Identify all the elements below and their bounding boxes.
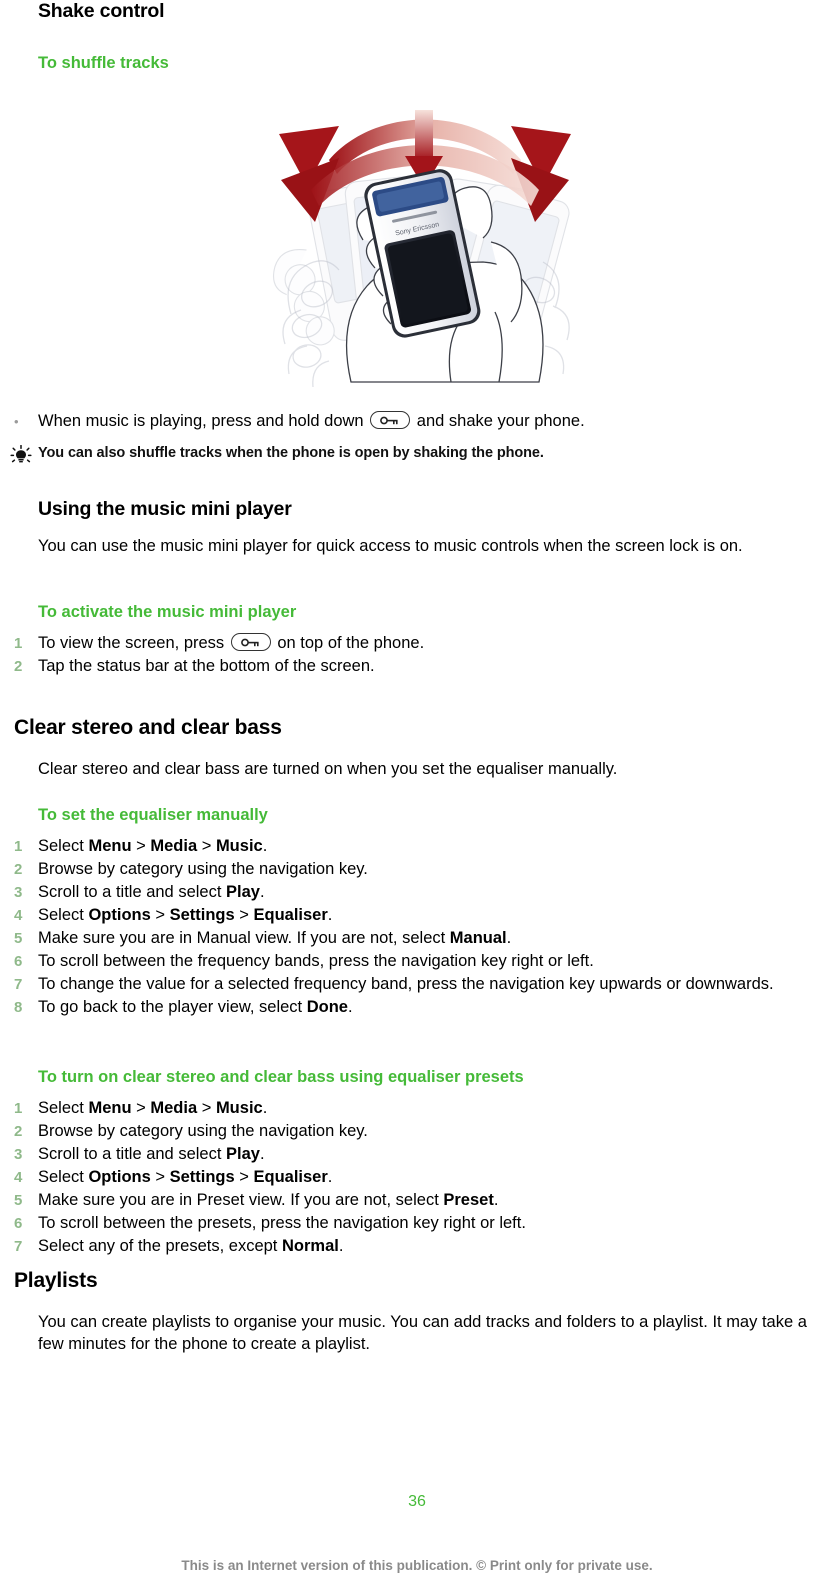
bullet-text: When music is playing, press and hold do… [38, 410, 585, 433]
key-button-icon [230, 633, 271, 651]
list-item: 3 Scroll to a title and select Play. [12, 1143, 802, 1166]
footer-note: This is an Internet version of this publ… [181, 1558, 653, 1573]
step-text: Make sure you are in Preset view. If you… [38, 1191, 499, 1209]
list-item: 2 Browse by category using the navigation… [12, 858, 802, 881]
step-text-after-key: on top of the phone. [277, 634, 425, 652]
step-number: 2 [14, 1123, 23, 1140]
step-number: 7 [14, 976, 23, 993]
subheading-activate-music-mini-player: To activate the music mini player [38, 603, 297, 621]
step-number: 5 [14, 930, 23, 947]
step-number: 4 [14, 1169, 23, 1186]
key-button-icon [370, 411, 411, 429]
step-text: To scroll between the frequency bands, p… [38, 952, 594, 970]
step-text: To go back to the player view, select Do… [38, 998, 353, 1016]
list-item: 2 Tap the status bar at the bottom of th… [12, 655, 802, 678]
section-title-music-mini-player: Using the music mini player [38, 498, 292, 520]
section-title-playlists: Playlists [14, 1269, 98, 1292]
subheading-clear-stereo-presets: To turn on clear stereo and clear bass u… [38, 1068, 524, 1086]
step-number: 5 [14, 1192, 23, 1209]
step-text: Scroll to a title and select Play. [38, 883, 265, 901]
list-item: 5 Make sure you are in Manual view. If yo… [12, 927, 802, 950]
list-item: 4 Select Options > Settings > Equaliser. [12, 1166, 802, 1189]
step-number: 4 [14, 907, 23, 924]
step-number: 1 [14, 838, 23, 855]
lightbulb-tip-icon [10, 444, 38, 472]
step-text: To view the screen, press on top of the … [38, 632, 802, 655]
section-body-music-mini-player: You can use the music mini player for qu… [38, 537, 743, 555]
step-text: Select Menu > Media > Music. [38, 837, 268, 855]
section-title-clear-stereo-clear-bass: Clear stereo and clear bass [14, 716, 282, 739]
list-item: 1 To view the screen, press on top of th… [12, 632, 802, 655]
list-item: 3 Scroll to a title and select Play. [12, 881, 802, 904]
step-text: To change the value for a selected frequ… [38, 975, 774, 993]
step-number: 3 [14, 1146, 23, 1163]
step-text: To scroll between the presets, press the… [38, 1214, 526, 1232]
tip-text: You can also shuffle tracks when the pho… [38, 445, 544, 461]
step-text: Select any of the presets, except Normal… [38, 1237, 344, 1255]
steps-activate-music-mini-player: 1 To view the screen, press on top of th… [12, 632, 802, 678]
step-text: Select Menu > Media > Music. [38, 1099, 268, 1117]
section-title-shake-control: Shake control [38, 0, 165, 22]
step-number: 6 [14, 1215, 23, 1232]
step-number: 1 [14, 1100, 23, 1117]
bullet-marker: • [14, 414, 19, 429]
step-text-before-key: To view the screen, press [38, 634, 225, 652]
tip-shuffle-tracks: You can also shuffle tracks when the pho… [10, 444, 800, 472]
step-text: Browse by category using the navigation … [38, 860, 368, 878]
step-number: 2 [14, 861, 23, 878]
step-number: 6 [14, 953, 23, 970]
list-item: 7 To change the value for a selected freq… [12, 973, 802, 996]
step-text: Tap the status bar at the bottom of the … [38, 657, 375, 675]
subheading-to-shuffle-tracks: To shuffle tracks [38, 54, 169, 72]
steps-set-equaliser-manually: 1 Select Menu > Media > Music. 2 Browse by … [12, 835, 802, 1019]
list-item: 8 To go back to the player view, select D… [12, 996, 802, 1019]
section-body-playlists: You can create playlists to organise you… [38, 1313, 807, 1353]
list-item: 6 To scroll between the frequency bands, … [12, 950, 802, 973]
list-item: 2 Browse by category using the navigation… [12, 1120, 802, 1143]
step-number: 2 [14, 658, 23, 675]
subheading-set-equaliser-manually: To set the equaliser manually [38, 806, 268, 824]
step-number: 7 [14, 1238, 23, 1255]
bullet-text-after-key: and shake your phone. [416, 412, 585, 430]
section-body-clear-stereo: Clear stereo and clear bass are turned o… [38, 760, 618, 778]
list-item: 1 Select Menu > Media > Music. [12, 1097, 802, 1120]
step-text: Make sure you are in Manual view. If you… [38, 929, 512, 947]
bullet-text-before-key: When music is playing, press and hold do… [38, 412, 364, 430]
list-item: 7 Select any of the presets, except Norma… [12, 1235, 802, 1258]
step-number: 1 [14, 635, 23, 652]
manual-page: Shake control To shuffle tracks Sony Eri… [0, 0, 834, 1591]
bullet-shake-instruction: • When music is playing, press and hold … [12, 410, 802, 433]
shake-phone-illustration: Sony Ericsson [255, 82, 595, 388]
step-text: Browse by category using the navigation … [38, 1122, 368, 1140]
step-number: 8 [14, 999, 23, 1016]
page-number: 36 [408, 1493, 426, 1510]
list-item: 5 Make sure you are in Preset view. If yo… [12, 1189, 802, 1212]
step-text: Select Options > Settings > Equaliser. [38, 1168, 333, 1186]
step-text: Scroll to a title and select Play. [38, 1145, 265, 1163]
list-item: 1 Select Menu > Media > Music. [12, 835, 802, 858]
step-number: 3 [14, 884, 23, 901]
list-item: 6 To scroll between the presets, press th… [12, 1212, 802, 1235]
steps-equaliser-presets: 1 Select Menu > Media > Music. 2 Browse by … [12, 1097, 802, 1258]
step-text: Select Options > Settings > Equaliser. [38, 906, 333, 924]
list-item: 4 Select Options > Settings > Equaliser. [12, 904, 802, 927]
